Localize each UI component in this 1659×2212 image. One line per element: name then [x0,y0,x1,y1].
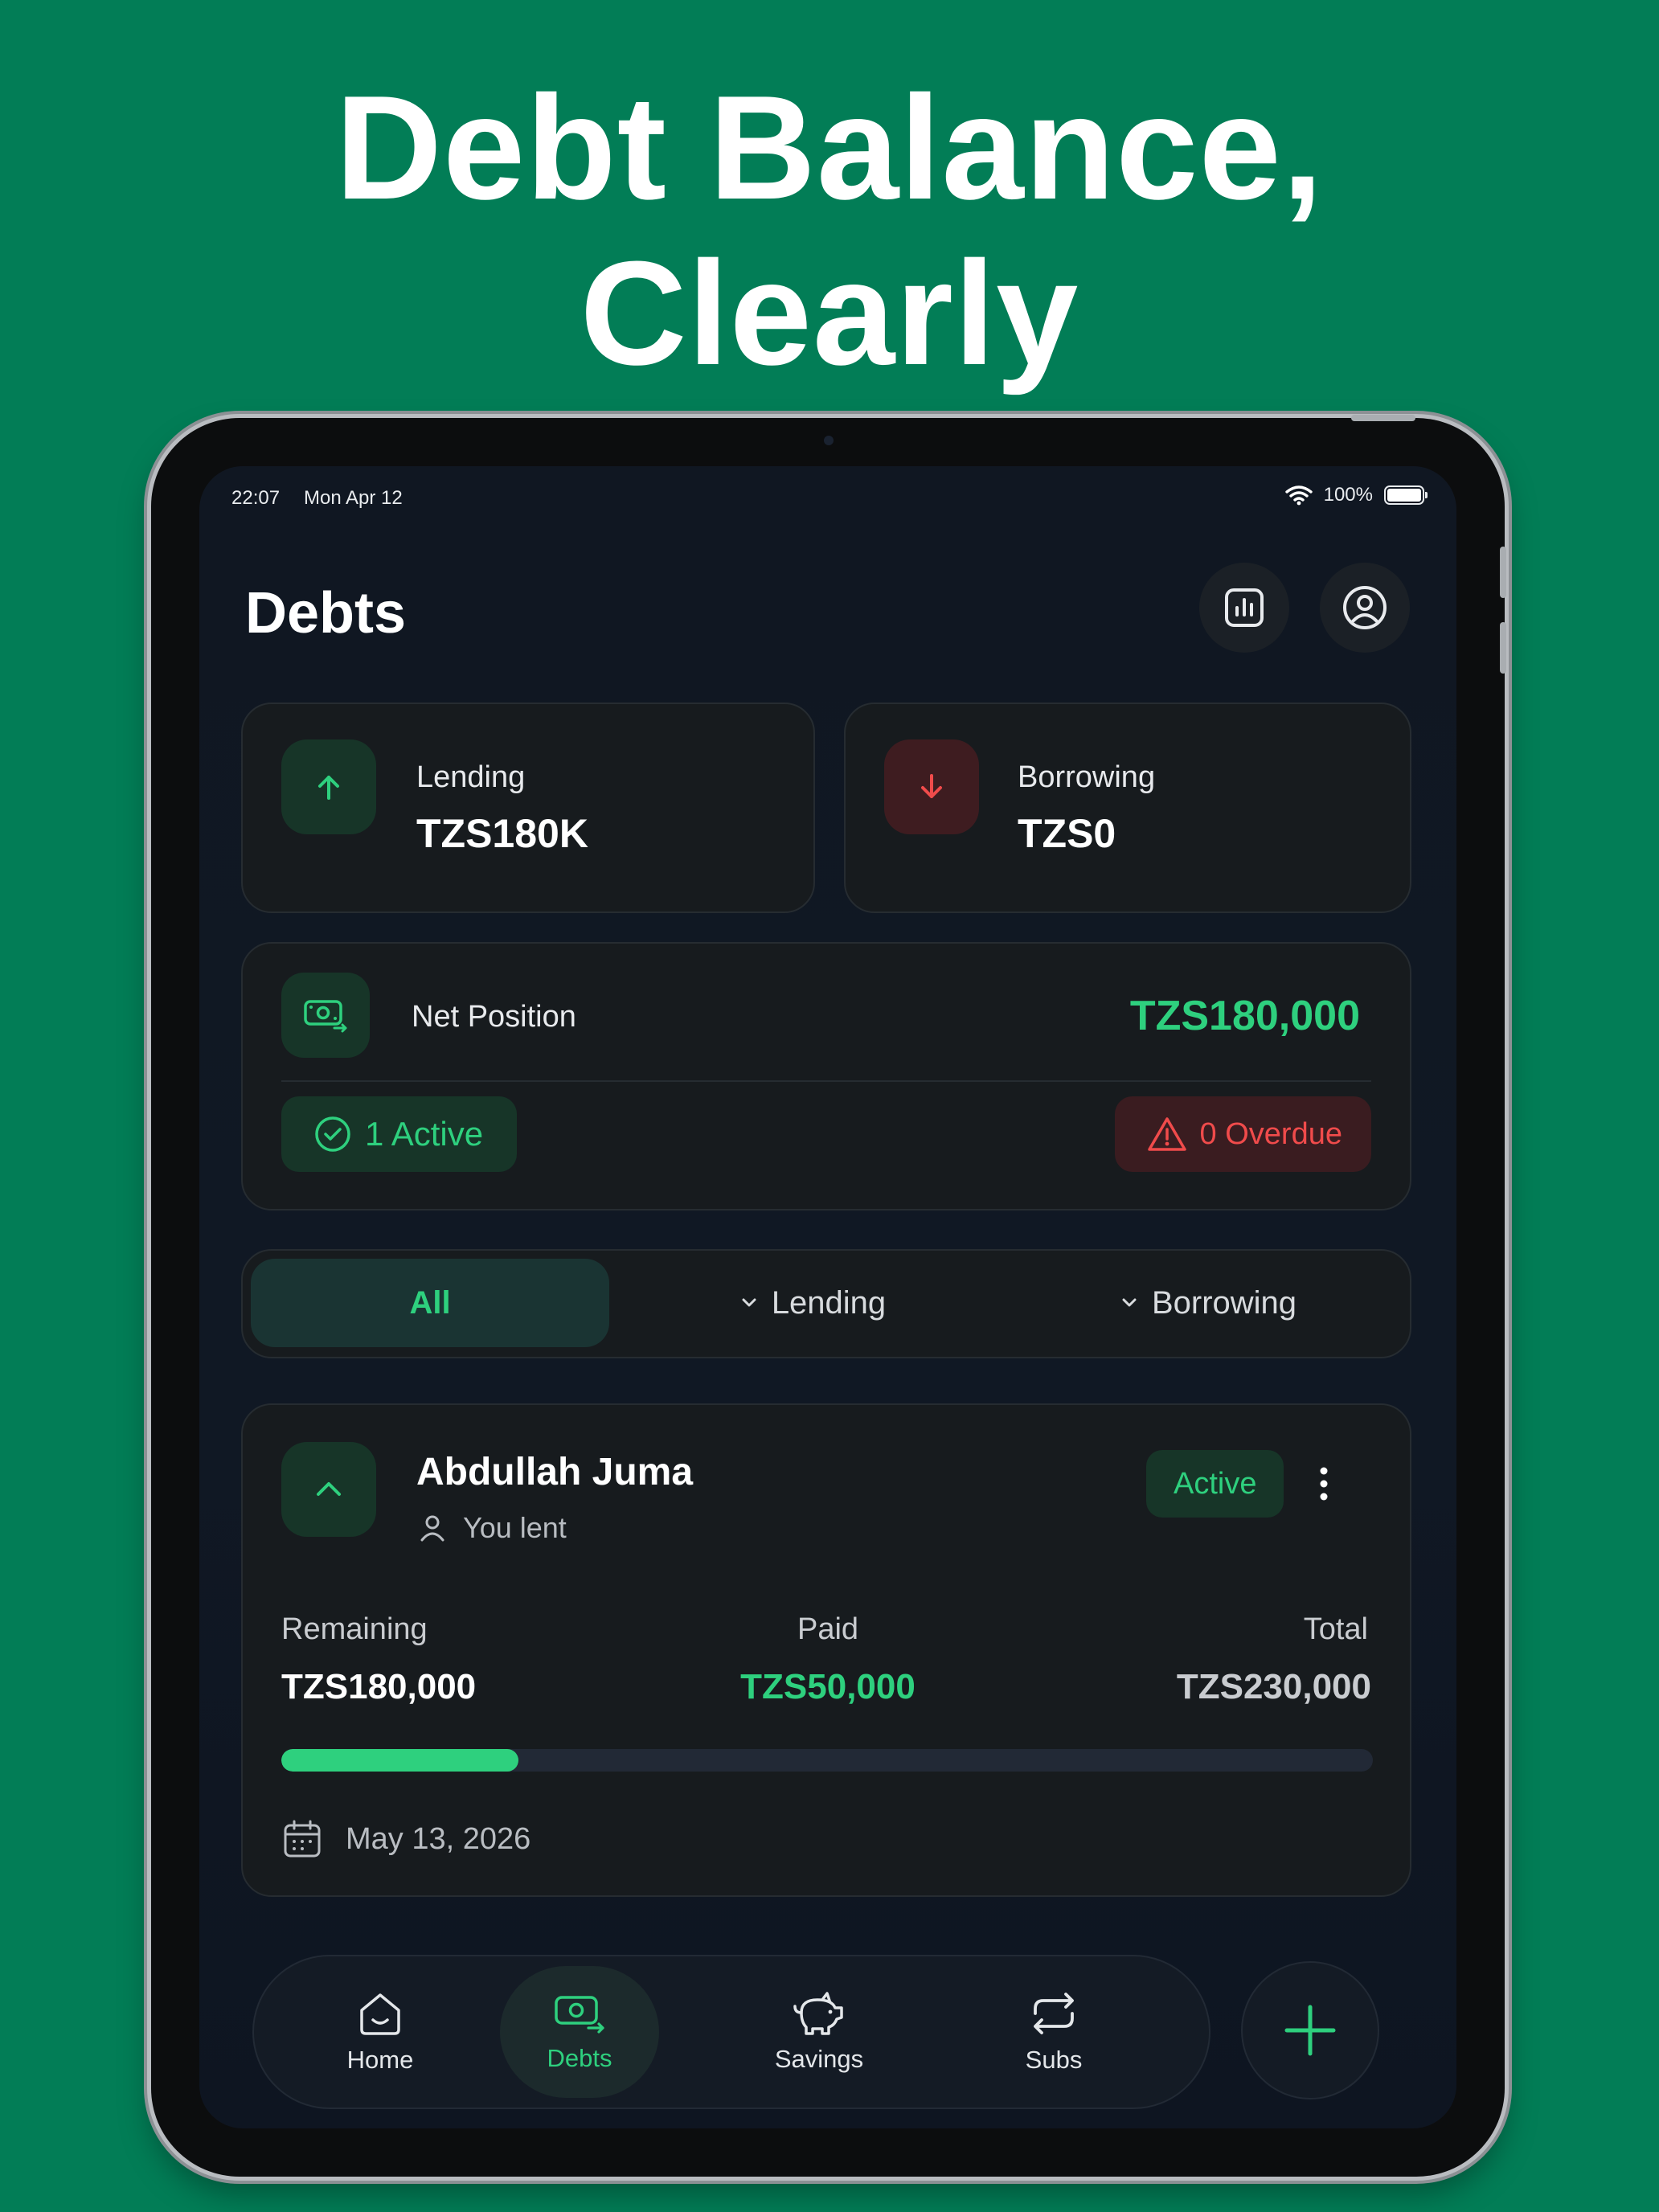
piggy-bank-icon [793,1992,843,2035]
borrowing-icon-tile [884,739,979,834]
side-button-volume-down [1500,622,1506,674]
net-position-label: Net Position [412,1000,576,1034]
filter-tab-borrowing-label: Borrowing [1151,1284,1297,1321]
net-position-value: TZS180,000 [1129,993,1360,1039]
bottom-navigation: Home Debts Savings Subs [252,1955,1210,2109]
nav-item-home-label: Home [346,2046,414,2074]
nav-item-debts-label: Debts [547,2044,612,2072]
more-options-button[interactable] [1296,1455,1352,1513]
repayment-progress-fill [281,1749,518,1772]
filter-tab-lending[interactable]: Lending [633,1259,990,1347]
status-date: Mon Apr 12 [304,487,403,509]
total-label: Total [1303,1612,1368,1646]
status-time: 22:07 [231,487,281,509]
nav-item-savings[interactable]: Savings [739,1966,899,2098]
profile-button[interactable] [1320,563,1410,653]
warning-triangle-icon [1147,1117,1186,1151]
due-date-value: May 13, 2026 [346,1821,531,1856]
repayment-progress-track [281,1749,1373,1772]
filter-tab-all-label: All [409,1284,451,1321]
borrowing-summary-card[interactable]: Borrowing TZS0 [844,703,1411,913]
nav-item-subs[interactable]: Subs [974,1966,1133,2098]
filter-tab-all[interactable]: All [251,1259,609,1347]
money-transfer-icon [304,1000,347,1033]
remaining-label: Remaining [281,1612,428,1646]
headline-line-1: Debt Balance, [335,64,1324,230]
lending-label: Lending [416,760,526,794]
add-debt-button[interactable] [1241,1961,1379,2099]
nav-item-subs-label: Subs [1025,2046,1083,2074]
battery-percent: 100% [1323,484,1373,506]
arrow-down-icon [921,774,942,798]
active-count-label: 1 Active [365,1115,484,1153]
user-circle-icon [1343,586,1387,629]
money-transfer-icon [555,1996,604,2034]
marketing-headline: Debt Balance, Clearly [0,64,1659,395]
side-button-volume-up [1500,547,1506,598]
overdue-count-label: 0 Overdue [1199,1116,1342,1151]
debt-direction-label: You lent [463,1511,567,1544]
due-date-row: May 13, 2026 [281,1818,530,1860]
overdue-count-badge[interactable]: 0 Overdue [1114,1096,1371,1172]
side-button-top [1351,415,1415,421]
status-bar: 22:07 Mon Apr 12 100% [199,466,1456,530]
check-circle-icon [315,1116,350,1152]
chevron-up-icon [317,1482,341,1496]
filter-tab-lending-label: Lending [771,1284,887,1321]
lending-value: TZS180K [416,811,588,856]
chevron-down-icon [742,1298,756,1307]
chevron-down-icon [1122,1298,1137,1307]
active-count-badge[interactable]: 1 Active [281,1096,518,1172]
debt-person-name: Abdullah Juma [416,1451,694,1493]
net-position-card: Net Position TZS180,000 1 Active 0 Overd… [241,942,1411,1210]
lending-summary-card[interactable]: Lending TZS180K [241,703,815,913]
bar-chart-icon [1225,588,1264,627]
nav-item-debts[interactable]: Debts [500,1966,659,2098]
remaining-value: TZS180,000 [281,1667,477,1706]
home-icon [360,1993,400,2035]
headline-line-2: Clearly [580,230,1079,395]
debt-filter-segmented-control: All Lending Borrowing [241,1249,1411,1358]
paid-value: TZS50,000 [740,1667,916,1706]
lending-icon-tile [281,739,376,834]
total-value: TZS230,000 [1176,1667,1371,1706]
status-indicators: 100% [1284,484,1428,506]
debt-card[interactable]: Abdullah Juma You lent Active Remaining … [241,1403,1411,1897]
app-screen: 22:07 Mon Apr 12 100% Debts Lending TZS1… [199,466,1456,2128]
filter-tab-borrowing[interactable]: Borrowing [1014,1259,1400,1347]
wifi-icon [1284,485,1313,506]
net-position-divider [281,1080,1371,1082]
stats-button[interactable] [1199,563,1289,653]
calendar-icon [284,1820,321,1858]
more-vertical-icon [1320,1467,1328,1501]
repeat-icon [1034,1993,1074,2034]
status-badge-label: Active [1174,1466,1257,1501]
borrowing-label: Borrowing [1018,760,1156,794]
page-title: Debts [245,581,407,645]
person-icon [420,1515,444,1542]
debt-direction-row: You lent [416,1511,567,1545]
battery-icon [1384,485,1428,505]
paid-label: Paid [797,1612,859,1646]
borrowing-value: TZS0 [1018,811,1116,856]
debt-direction-icon-tile [281,1442,376,1537]
status-badge: Active [1146,1450,1284,1518]
nav-item-savings-label: Savings [774,2045,864,2073]
nav-item-home[interactable]: Home [301,1966,460,2098]
net-position-icon-tile [281,973,370,1058]
front-camera [824,436,834,445]
arrow-up-icon [318,776,339,800]
plus-icon [1284,2005,1336,2056]
